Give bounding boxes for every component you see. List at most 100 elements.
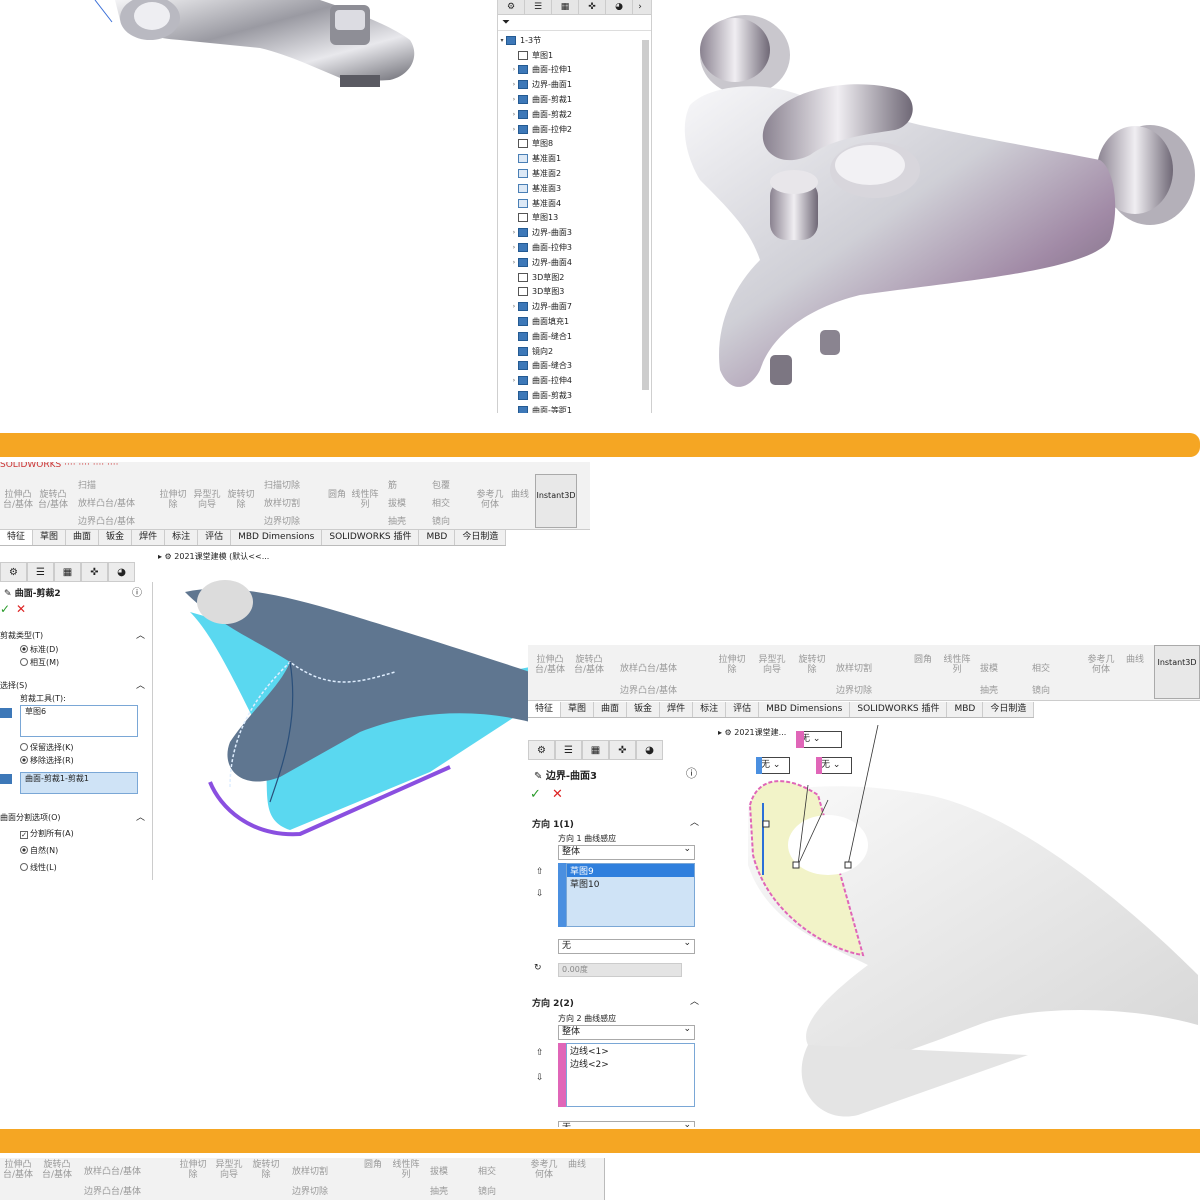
ref-geometry-button[interactable]: 参考几何体: [528, 1160, 560, 1180]
revolve-cut-button[interactable]: 旋转切除: [226, 490, 256, 510]
extrude-boss-button[interactable]: 拉伸凸台/基体: [0, 490, 36, 510]
tree-item[interactable]: 曲面填充1: [498, 314, 651, 329]
revolve-cut-button[interactable]: 旋转切除: [250, 1160, 282, 1180]
tree-root[interactable]: ▾ 1-3节: [498, 33, 651, 48]
curve-item[interactable]: 草图10: [567, 877, 694, 890]
split-options-section[interactable]: 曲面分割选项(O): [0, 812, 61, 823]
mutual-radio[interactable]: 相互(M): [20, 657, 59, 668]
revolve-boss-button[interactable]: 旋转凸台/基体: [40, 1160, 74, 1180]
display-tab-icon[interactable]: ◕: [108, 562, 135, 582]
filter-icon[interactable]: ⏷: [498, 15, 651, 31]
hole-wizard-button[interactable]: 异型孔向导: [214, 1160, 244, 1180]
curves-button[interactable]: 曲线: [1122, 655, 1148, 665]
command-tab[interactable]: 特征: [528, 702, 562, 717]
tree-item[interactable]: › 边界-曲面1: [498, 77, 651, 92]
edge-item[interactable]: 边线<1>: [567, 1044, 694, 1057]
tree-item[interactable]: 草图13: [498, 211, 651, 226]
edge-item[interactable]: 边线<2>: [567, 1057, 694, 1070]
tree-item[interactable]: › 边界-曲面3: [498, 225, 651, 240]
breadcrumb[interactable]: ▸ ⚙ 2021课堂建模 (默认<<...: [158, 551, 269, 562]
tree-item[interactable]: 曲面-剪裁3: [498, 388, 651, 403]
loft-cut-button[interactable]: 放样切割: [292, 1164, 328, 1177]
boundary-cut-button[interactable]: 边界切除: [836, 683, 872, 696]
draft-button[interactable]: 拔模: [980, 661, 998, 674]
boundary-boss-button[interactable]: 边界凸台/基体: [78, 514, 135, 527]
revolve-cut-button[interactable]: 旋转切除: [796, 655, 828, 675]
chevron-up-icon[interactable]: ︿: [136, 810, 145, 823]
linear-radio[interactable]: 线性(L): [20, 862, 57, 873]
chevron-right-icon[interactable]: ›: [510, 81, 518, 88]
tree-item[interactable]: 基准面3: [498, 181, 651, 196]
command-tab[interactable]: MBD: [419, 530, 456, 545]
loft-boss-button[interactable]: 放样凸台/基体: [78, 496, 135, 509]
extrude-cut-button[interactable]: 拉伸切除: [176, 1160, 210, 1180]
tangency-select[interactable]: 无: [558, 937, 695, 954]
shell-button[interactable]: 抽壳: [430, 1184, 448, 1197]
command-tab[interactable]: 焊件: [660, 702, 694, 717]
command-tab[interactable]: 钣金: [99, 530, 133, 545]
draft-button[interactable]: 拔模: [430, 1164, 448, 1177]
command-tab[interactable]: 特征: [0, 530, 34, 545]
loft-boss-button[interactable]: 放样凸台/基体: [84, 1164, 141, 1177]
linear-pattern-button[interactable]: 线性阵列: [940, 655, 974, 675]
extrude-cut-button[interactable]: 拉伸切除: [716, 655, 748, 675]
intersect-button[interactable]: 相交: [478, 1164, 496, 1177]
hole-wizard-button[interactable]: 异型孔向导: [756, 655, 788, 675]
tree-item[interactable]: › 曲面-剪裁2: [498, 107, 651, 122]
command-tab[interactable]: 评估: [198, 530, 232, 545]
direction2-section[interactable]: 方向 2(2): [532, 996, 574, 1009]
feature-tab-icon[interactable]: ⚙: [498, 0, 525, 14]
boundary-boss-button[interactable]: 边界凸台/基体: [84, 1184, 141, 1197]
ref-geometry-button[interactable]: 参考几何体: [1084, 655, 1118, 675]
selected-faces-field[interactable]: 曲面-剪裁1-剪裁1: [20, 772, 138, 794]
tree-item[interactable]: 3D草图3: [498, 285, 651, 300]
command-tab[interactable]: 今日制造: [455, 530, 507, 545]
command-tab[interactable]: 曲面: [66, 530, 100, 545]
display-tab-icon[interactable]: ◕: [606, 0, 633, 14]
origin-tab-icon[interactable]: ✜: [609, 740, 636, 760]
command-tab[interactable]: SOLIDWORKS 插件: [322, 530, 420, 545]
cancel-x-icon[interactable]: ✕: [552, 787, 563, 802]
loft-cut-button[interactable]: 放样切割: [264, 496, 300, 509]
instant3d-button[interactable]: Instant3D: [535, 474, 577, 528]
property-tab-icon[interactable]: ☰: [555, 740, 582, 760]
extrude-boss-button[interactable]: 拉伸凸台/基体: [532, 655, 568, 675]
linear-pattern-button[interactable]: 线性阵列: [350, 490, 380, 510]
chevron-right-icon[interactable]: ›: [510, 259, 518, 266]
direction1-curves-list[interactable]: 草图9 草图10: [566, 863, 695, 927]
origin-tab-icon[interactable]: ✜: [579, 0, 606, 14]
property-tab-icon[interactable]: ☰: [27, 562, 54, 582]
help-icon[interactable]: ⓘ: [686, 765, 697, 781]
tree-item[interactable]: 镜向2: [498, 344, 651, 359]
tree-item[interactable]: 曲面-缝合3: [498, 359, 651, 374]
ok-check-icon[interactable]: ✓: [530, 787, 541, 802]
feature-tab-icon[interactable]: ⚙: [528, 740, 555, 760]
tree-item[interactable]: 曲面-等距1: [498, 403, 651, 413]
extrude-boss-button[interactable]: 拉伸凸台/基体: [0, 1160, 36, 1180]
command-tab[interactable]: MBD: [947, 702, 984, 717]
tangency-select-2[interactable]: 无: [558, 1119, 695, 1127]
angle-input[interactable]: 0.00度: [558, 963, 682, 977]
command-tab[interactable]: 草图: [561, 702, 595, 717]
boundary-viewport[interactable]: [728, 725, 1200, 1127]
loft-cut-button[interactable]: 放样切割: [836, 661, 872, 674]
chevron-up-icon[interactable]: ︿: [136, 628, 145, 641]
command-tab[interactable]: SOLIDWORKS 插件: [850, 702, 948, 717]
config-tab-icon[interactable]: ▦: [54, 562, 81, 582]
rib-button[interactable]: 筋: [388, 478, 397, 491]
command-tab[interactable]: 今日制造: [983, 702, 1035, 717]
trim-type-section[interactable]: 剪裁类型(T): [0, 630, 43, 641]
direction1-influence-select[interactable]: 整体: [558, 843, 695, 860]
origin-tab-icon[interactable]: ✜: [81, 562, 108, 582]
curves-button[interactable]: 曲线: [564, 1160, 590, 1170]
command-tab[interactable]: 评估: [726, 702, 760, 717]
instant3d-button[interactable]: Instant3D: [1154, 645, 1200, 699]
feature-tab-icon[interactable]: ⚙: [0, 562, 27, 582]
boundary-cut-button[interactable]: 边界切除: [264, 514, 300, 527]
fillet-button[interactable]: 圆角: [910, 655, 936, 665]
boundary-cut-button[interactable]: 边界切除: [292, 1184, 328, 1197]
mirror-button[interactable]: 镜向: [432, 514, 450, 527]
chevron-up-icon[interactable]: ︿: [690, 815, 699, 828]
tree-scrollbar[interactable]: [642, 40, 649, 390]
selection-section[interactable]: 选择(S): [0, 680, 27, 691]
